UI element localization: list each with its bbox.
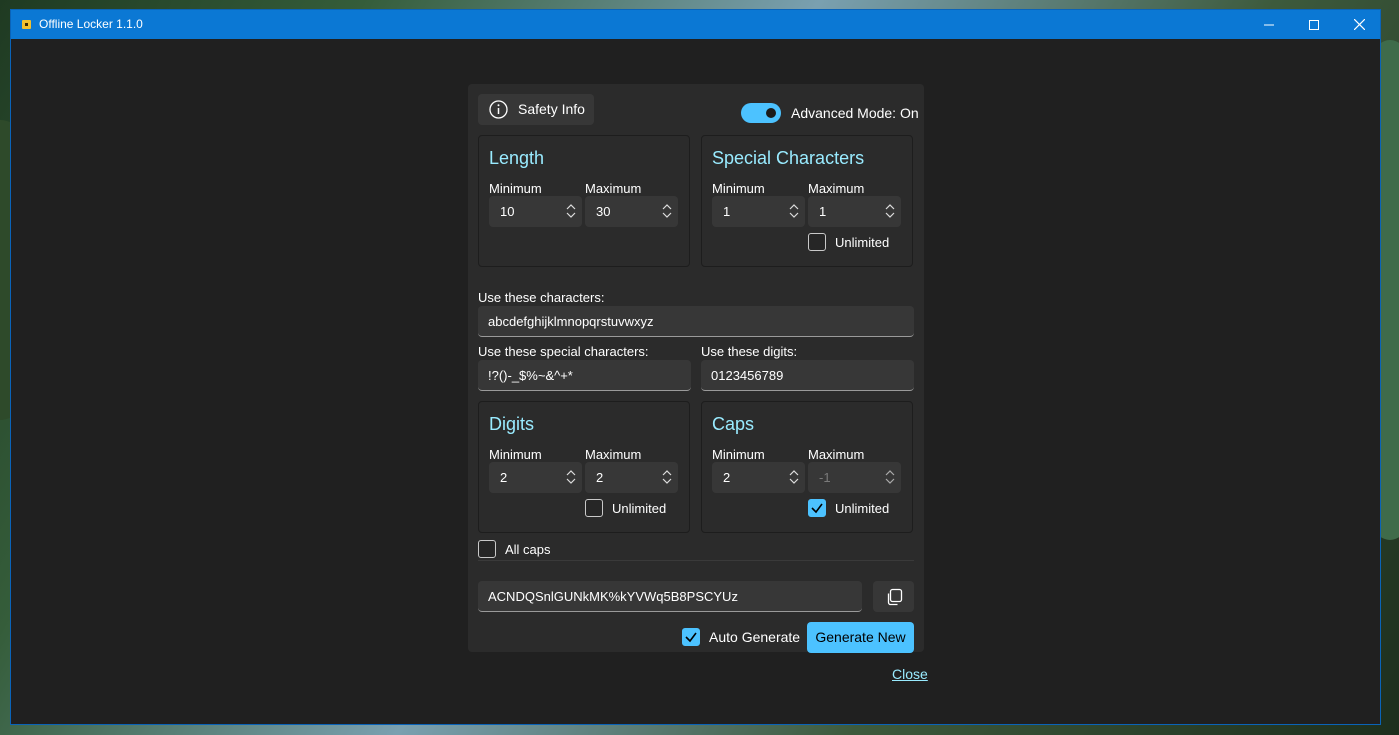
length-max-stepper[interactable]: 30	[585, 196, 678, 227]
chars-value: abcdefghijklmnopqrstuvwxyz	[488, 314, 654, 329]
spinner-icon[interactable]	[566, 470, 576, 484]
copy-button[interactable]	[873, 581, 914, 612]
spinner-icon[interactable]	[566, 204, 576, 218]
caps-max-value: -1	[819, 470, 831, 485]
special-unlimited-checkbox[interactable]	[808, 233, 826, 251]
special-unlimited-label: Unlimited	[835, 235, 890, 250]
close-icon	[1353, 19, 1365, 30]
generate-new-button[interactable]: Generate New	[807, 622, 914, 653]
maximize-button[interactable]	[1292, 10, 1336, 39]
copy-icon	[887, 588, 903, 606]
digits-card: Digits Minimum Maximum 2 2 Unlimited	[478, 401, 690, 533]
special-characters-card: Special Characters Minimum Maximum 1 1 U…	[701, 135, 913, 267]
digits-max-label: Maximum	[585, 447, 642, 462]
spinner-icon	[885, 470, 895, 484]
advanced-mode-label: Advanced Mode: On	[791, 105, 919, 121]
safety-info-label: Safety Info	[518, 101, 585, 117]
special-min-label: Minimum	[712, 181, 765, 196]
caps-unlimited-label: Unlimited	[835, 501, 890, 516]
caps-min-stepper[interactable]: 2	[712, 462, 805, 493]
spinner-icon[interactable]	[885, 204, 895, 218]
digits-max-value: 2	[596, 470, 604, 485]
digit-chars-value: 0123456789	[711, 368, 784, 383]
special-max-value: 1	[819, 204, 827, 219]
spinner-icon[interactable]	[662, 204, 672, 218]
special-max-label: Maximum	[808, 181, 865, 196]
title-bar[interactable]: Offline Locker 1.1.0	[11, 10, 1380, 39]
length-card: Length Minimum Maximum 10 30	[478, 135, 690, 267]
toggle-knob	[766, 108, 776, 118]
spinner-icon[interactable]	[789, 204, 799, 218]
length-title: Length	[489, 148, 545, 168]
safety-info-button[interactable]: Safety Info	[478, 94, 594, 125]
app-window: Offline Locker 1.1.0 Safety Info Advance…	[10, 9, 1381, 725]
close-window-button[interactable]	[1337, 10, 1381, 39]
auto-generate-checkbox[interactable]	[682, 628, 700, 646]
digits-unlimited-checkbox[interactable]	[585, 499, 603, 517]
info-icon	[489, 100, 508, 119]
checkmark-icon	[811, 503, 823, 514]
caps-max-label: Maximum	[808, 447, 865, 462]
all-caps-checkbox[interactable]	[478, 540, 496, 558]
spinner-icon[interactable]	[789, 470, 799, 484]
digits-min-value: 2	[500, 470, 508, 485]
digit-chars-label: Use these digits:	[701, 344, 798, 359]
all-caps-label: All caps	[505, 542, 551, 557]
length-min-stepper[interactable]: 10	[489, 196, 582, 227]
special-title: Special Characters	[712, 148, 865, 168]
password-value: ACNDQSnlGUNkMK%kYVWq5B8PSCYUz	[488, 589, 738, 604]
digits-max-stepper[interactable]: 2	[585, 462, 678, 493]
length-min-value: 10	[500, 204, 515, 219]
app-lock-icon	[22, 20, 31, 29]
special-chars-label: Use these special characters:	[478, 344, 649, 359]
chars-label: Use these characters:	[478, 290, 605, 305]
special-chars-value: !?()-_$%~&^+*	[488, 368, 573, 383]
checkmark-icon	[685, 632, 697, 643]
window-title: Offline Locker 1.1.0	[39, 17, 143, 31]
digits-min-stepper[interactable]: 2	[489, 462, 582, 493]
length-max-value: 30	[596, 204, 611, 219]
divider	[478, 560, 914, 561]
caps-card: Caps Minimum Maximum 2 -1 Unlimited	[701, 401, 913, 533]
caps-min-label: Minimum	[712, 447, 765, 462]
close-link[interactable]: Close	[892, 666, 928, 682]
digits-min-label: Minimum	[489, 447, 542, 462]
auto-generate-label: Auto Generate	[709, 629, 801, 645]
password-output[interactable]: ACNDQSnlGUNkMK%kYVWq5B8PSCYUz	[478, 581, 862, 612]
caps-min-value: 2	[723, 470, 731, 485]
caps-max-stepper: -1	[808, 462, 901, 493]
special-chars-input[interactable]: !?()-_$%~&^+*	[478, 360, 691, 391]
generator-panel: Safety Info Advanced Mode: On Length Min…	[468, 84, 924, 653]
special-min-value: 1	[723, 204, 731, 219]
digit-chars-input[interactable]: 0123456789	[701, 360, 914, 391]
digits-unlimited-label: Unlimited	[612, 501, 667, 516]
chars-input[interactable]: abcdefghijklmnopqrstuvwxyz	[478, 306, 914, 337]
caps-unlimited-checkbox[interactable]	[808, 499, 826, 517]
minimize-button[interactable]	[1247, 10, 1291, 39]
length-min-label: Minimum	[489, 181, 542, 196]
advanced-mode-toggle[interactable]	[741, 103, 781, 123]
special-min-stepper[interactable]: 1	[712, 196, 805, 227]
digits-title: Digits	[489, 414, 535, 434]
maximize-icon	[1309, 19, 1319, 30]
special-max-stepper[interactable]: 1	[808, 196, 901, 227]
caps-title: Caps	[712, 414, 755, 434]
length-max-label: Maximum	[585, 181, 642, 196]
spinner-icon[interactable]	[662, 470, 672, 484]
minimize-icon	[1264, 24, 1274, 25]
